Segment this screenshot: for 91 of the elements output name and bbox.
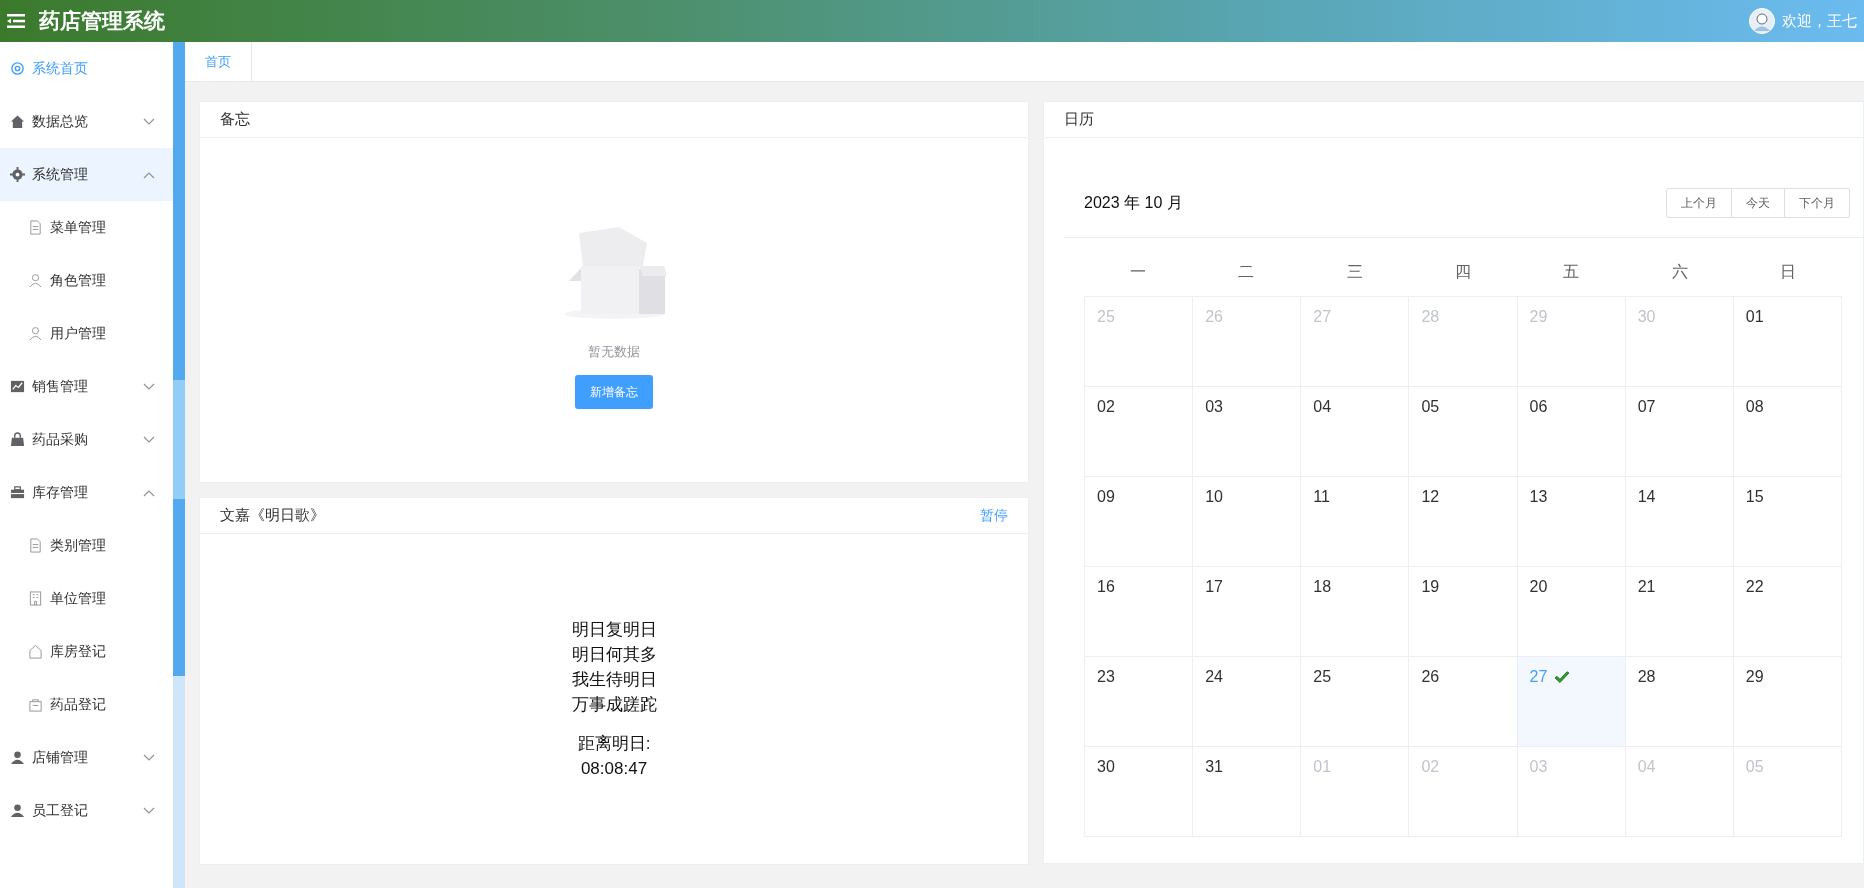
weekday-label: 一 <box>1129 262 1148 282</box>
sidebar-subitem[interactable]: 菜单管理 <box>0 201 173 254</box>
sidebar-subitem[interactable]: 药品登记 <box>0 678 173 731</box>
card-title: 日历 <box>1064 109 1094 130</box>
calendar-day[interactable]: 02 <box>1085 387 1194 477</box>
welcome-text: 欢迎，王七 <box>1782 10 1857 31</box>
sidebar-item[interactable]: 员工登记 <box>0 784 173 837</box>
calendar-day[interactable]: 22 <box>1733 567 1842 657</box>
poem-line: 明日何其多 <box>571 644 657 666</box>
document-icon <box>28 220 43 235</box>
countdown-time: 08:08:47 <box>580 758 648 780</box>
chevron-icon <box>143 383 155 392</box>
building-icon <box>28 591 43 606</box>
sidebar-subitem[interactable]: 用户管理 <box>0 307 173 360</box>
weekday-label: 二 <box>1237 262 1256 282</box>
calendar-day[interactable]: 31 <box>1193 747 1302 837</box>
sidebar-subitem[interactable]: 单位管理 <box>0 572 173 625</box>
weekday-label: 日 <box>1778 262 1797 282</box>
person-outline-icon <box>28 326 43 341</box>
calendar-day[interactable]: 29 <box>1733 657 1842 747</box>
calendar-day[interactable]: 24 <box>1193 657 1302 747</box>
sidebar-item[interactable]: 系统管理 <box>0 148 173 201</box>
calendar-day[interactable]: 16 <box>1085 567 1194 657</box>
chevron-icon <box>143 171 155 180</box>
chevron-icon <box>143 118 155 127</box>
chevron-icon <box>143 807 155 816</box>
sidebar-subitem[interactable]: 库房登记 <box>0 625 173 678</box>
poem-line: 万事成蹉跎 <box>571 694 657 716</box>
calendar-day[interactable]: 09 <box>1085 477 1194 567</box>
bag-outline-icon <box>28 697 43 712</box>
person-icon <box>10 803 25 818</box>
line-chart-icon <box>10 379 25 394</box>
calendar-day[interactable]: 14 <box>1625 477 1734 567</box>
calendar-day[interactable]: 07 <box>1625 387 1734 477</box>
chevron-icon <box>143 489 155 498</box>
card-title: 备忘 <box>220 109 250 130</box>
calendar-day[interactable]: 30 <box>1085 747 1194 837</box>
weekday-label: 六 <box>1670 262 1689 282</box>
house-icon <box>10 114 25 129</box>
sidebar-item[interactable]: 店铺管理 <box>0 731 173 784</box>
person-outline-icon <box>28 273 43 288</box>
menu-icon[interactable] <box>7 14 25 28</box>
calendar-nav-button[interactable]: 今天 <box>1732 187 1785 218</box>
calendar-day[interactable]: 11 <box>1301 477 1410 567</box>
calendar-day[interactable]: 05 <box>1409 387 1518 477</box>
calendar-day[interactable]: 03 <box>1193 387 1302 477</box>
month-title: 2023 年 10 月 <box>1084 192 1183 213</box>
sidebar-item[interactable]: 销售管理 <box>0 360 173 413</box>
bag-icon <box>10 432 25 447</box>
calendar-day[interactable]: 13 <box>1517 477 1626 567</box>
weekday-label: 五 <box>1562 262 1581 282</box>
document-icon <box>28 538 43 553</box>
calendar-day[interactable]: 10 <box>1193 477 1302 567</box>
calendar-day[interactable]: 26 <box>1409 657 1518 747</box>
calendar-nav-button[interactable]: 上个月 <box>1666 187 1732 218</box>
poem-line: 我生待明日 <box>571 669 657 691</box>
sidebar-subitem[interactable]: 角色管理 <box>0 254 173 307</box>
house-outline-icon <box>28 644 43 659</box>
calendar-day[interactable]: 17 <box>1193 567 1302 657</box>
chevron-icon <box>143 436 155 445</box>
calendar-day[interactable]: 08 <box>1733 387 1842 477</box>
app-title: 药店管理系统 <box>39 8 165 35</box>
sidebar-item[interactable]: 数据总览 <box>0 95 173 148</box>
calendar-day[interactable]: 25 <box>1301 657 1410 747</box>
person-icon <box>10 750 25 765</box>
weekday-label: 三 <box>1345 262 1364 282</box>
empty-text: 暂无数据 <box>588 342 640 361</box>
toolbox-icon <box>10 485 25 500</box>
calendar-day[interactable]: 01 <box>1733 297 1842 387</box>
sidebar-scrollbar[interactable] <box>173 42 185 888</box>
countdown-label: 距离明日: <box>577 733 651 755</box>
sidebar-item[interactable]: 药品采购 <box>0 413 173 466</box>
gear-icon <box>10 167 25 182</box>
calendar-day[interactable]: 28 <box>1625 657 1734 747</box>
sidebar-item[interactable]: 库存管理 <box>0 466 173 519</box>
sidebar-subitem[interactable]: 类别管理 <box>0 519 173 572</box>
calendar-day[interactable]: 23 <box>1085 657 1194 747</box>
card-title: 文嘉《明日歌》 <box>220 505 325 526</box>
cog-icon <box>10 61 25 76</box>
chevron-icon <box>143 754 155 763</box>
poem-line: 明日复明日 <box>571 619 657 641</box>
calendar-day[interactable]: 18 <box>1301 567 1410 657</box>
calendar-day[interactable]: 06 <box>1517 387 1626 477</box>
calendar-day[interactable]: 21 <box>1625 567 1734 657</box>
calendar-day[interactable]: 15 <box>1733 477 1842 567</box>
avatar-icon[interactable] <box>1749 8 1775 34</box>
calendar-day[interactable]: 19 <box>1409 567 1518 657</box>
calendar-day[interactable]: 04 <box>1301 387 1410 477</box>
calendar-nav-button[interactable]: 下个月 <box>1785 187 1850 218</box>
calendar-day[interactable]: 12 <box>1409 477 1518 567</box>
weekday-label: 四 <box>1454 262 1472 282</box>
